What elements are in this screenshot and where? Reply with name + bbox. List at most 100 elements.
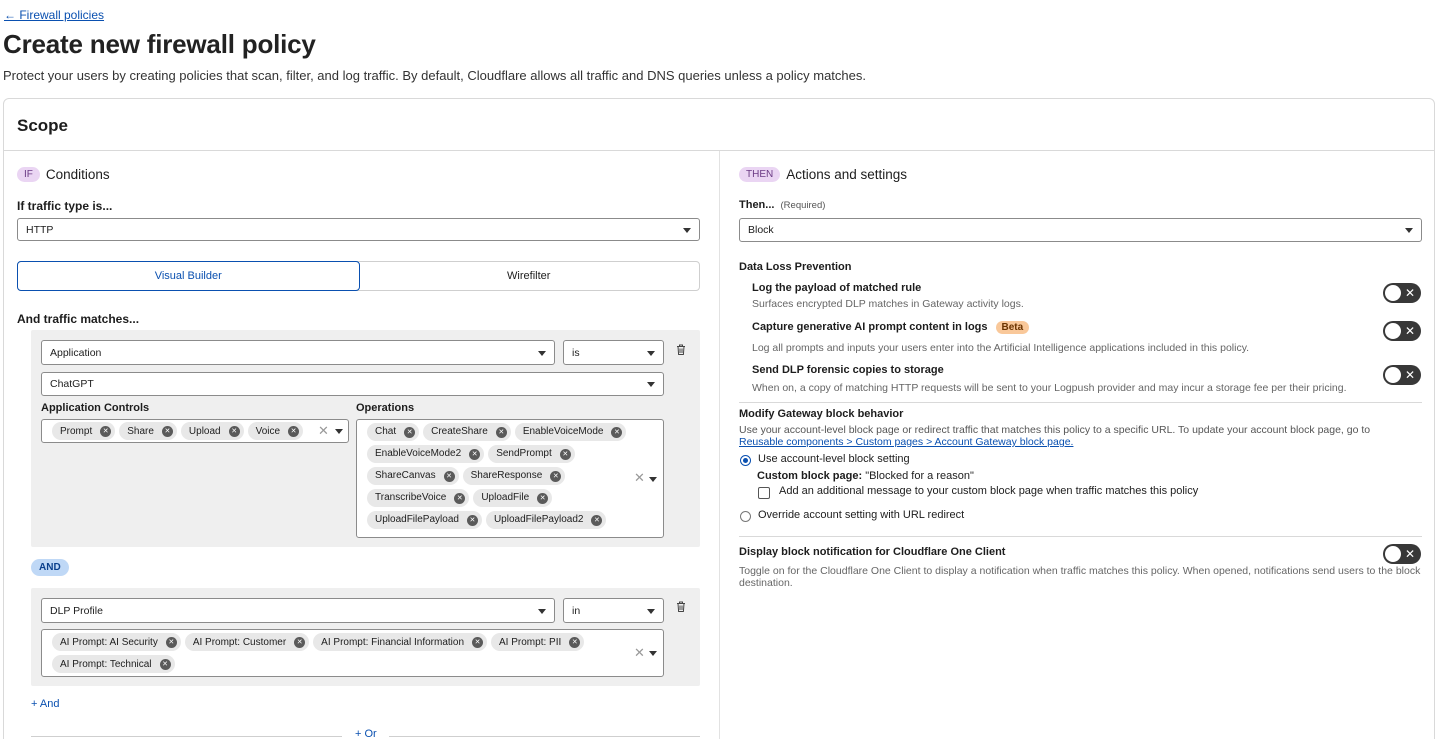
toggle-knob [1385, 546, 1401, 562]
custom-block-page-info: Custom block page: "Blocked for a reason… [757, 470, 974, 482]
remove-tag-icon[interactable]: ✕ [469, 448, 481, 460]
remove-tag-icon[interactable]: ✕ [591, 514, 603, 526]
clear-icon[interactable]: ✕ [318, 423, 329, 439]
remove-tag-icon[interactable]: ✕ [159, 658, 171, 670]
clear-icon[interactable]: ✕ [634, 470, 645, 486]
chevron-down-icon [538, 350, 546, 356]
close-icon: ✕ [1404, 286, 1415, 300]
dlp-profile-tag-label: AI Prompt: Financial Information [321, 636, 465, 648]
remove-tag-icon[interactable]: ✕ [569, 636, 581, 648]
operation-tag: EnableVoiceMode ✕ [514, 423, 627, 441]
remove-tag-icon[interactable]: ✕ [443, 470, 455, 482]
forensic-copies-toggle[interactable]: ✕ [1383, 365, 1421, 385]
remove-tag-icon[interactable]: ✕ [288, 425, 300, 437]
log-payload-desc: Surfaces encrypted DLP matches in Gatewa… [752, 298, 1024, 310]
dlp-profile-tag: AI Prompt: AI Security ✕ [52, 633, 181, 651]
use-account-setting-label: Use account-level block setting [758, 453, 910, 465]
remove-tag-icon[interactable]: ✕ [559, 448, 571, 460]
block-notification-toggle[interactable]: ✕ [1383, 544, 1421, 564]
trash-icon[interactable] [676, 344, 686, 355]
forensic-copies-desc: When on, a copy of matching HTTP request… [752, 382, 1347, 394]
remove-tag-icon[interactable]: ✕ [404, 426, 416, 438]
required-hint: (Required) [780, 200, 826, 211]
column-divider [719, 151, 720, 739]
remove-tag-icon[interactable]: ✕ [472, 636, 484, 648]
app-control-tag-label: Upload [188, 425, 221, 437]
remove-tag-icon[interactable]: ✕ [454, 492, 466, 504]
operator-select-1[interactable]: is [563, 340, 664, 365]
remove-tag-icon[interactable]: ✕ [495, 426, 507, 438]
tab-wirefilter[interactable]: Wirefilter [359, 262, 700, 290]
add-message-checkbox[interactable] [758, 487, 770, 499]
app-controls-select[interactable]: Prompt ✕ Share ✕ Upload ✕ Voice ✕ ✕ [41, 419, 349, 443]
scope-title: Scope [4, 99, 1434, 151]
forensic-copies-title: Send DLP forensic copies to storage [752, 364, 944, 376]
toggle-knob [1385, 323, 1401, 339]
remove-tag-icon[interactable]: ✕ [550, 470, 562, 482]
add-and-condition-link[interactable]: + And [31, 698, 59, 710]
app-controls-label: Application Controls [41, 402, 150, 414]
block-notification-desc: Toggle on for the Cloudflare One Client … [739, 565, 1421, 589]
scope-card: Scope IF Conditions If traffic type is...… [3, 98, 1435, 739]
modify-block-heading: Modify Gateway block behavior [739, 408, 904, 420]
if-badge: IF [17, 166, 40, 182]
override-url-redirect-radio[interactable] [740, 511, 751, 522]
app-control-tag: Upload ✕ [180, 422, 244, 440]
capture-ai-desc: Log all prompts and inputs your users en… [752, 342, 1250, 354]
log-payload-toggle[interactable]: ✕ [1383, 283, 1421, 303]
custom-block-page-label: Custom block page: [757, 470, 863, 482]
operator-value-1: is [572, 346, 580, 359]
add-or-condition-link[interactable]: + Or [355, 728, 377, 739]
remove-tag-icon[interactable]: ✕ [161, 425, 173, 437]
and-badge: AND [31, 559, 69, 576]
chevron-down-icon [647, 350, 655, 356]
selector-value-2: DLP Profile [50, 604, 103, 617]
actions-title: Actions and settings [786, 166, 908, 182]
dlp-profile-tag: AI Prompt: Financial Information ✕ [313, 633, 488, 651]
trash-icon[interactable] [676, 601, 686, 612]
remove-tag-icon[interactable]: ✕ [100, 425, 112, 437]
chevron-down-icon [647, 608, 655, 614]
actions-header: THEN Actions and settings [739, 166, 907, 182]
toggle-knob [1385, 285, 1401, 301]
operations-tags: Chat ✕ CreateShare ✕ EnableVoiceMode ✕ EnableV… [365, 421, 633, 531]
selector-select-2[interactable]: DLP Profile [41, 598, 555, 623]
dlp-profile-tags: AI Prompt: AI Security ✕ AI Prompt: Custom… [50, 631, 623, 675]
remove-tag-icon[interactable]: ✕ [294, 636, 306, 648]
dlp-profile-tag-label: AI Prompt: PII [499, 636, 562, 648]
chevron-down-icon[interactable] [649, 477, 657, 482]
remove-tag-icon[interactable]: ✕ [165, 636, 177, 648]
traffic-matches-label: And traffic matches... [17, 312, 140, 326]
remove-tag-icon[interactable]: ✕ [611, 426, 623, 438]
clear-icon[interactable]: ✕ [634, 645, 645, 661]
dlp-profile-tag: AI Prompt: PII ✕ [491, 633, 585, 651]
value-select-1[interactable]: ChatGPT [41, 372, 664, 396]
operation-tag: ShareCanvas ✕ [367, 467, 459, 485]
capture-ai-toggle[interactable]: ✕ [1383, 321, 1421, 341]
operations-select[interactable]: Chat ✕ CreateShare ✕ EnableVoiceMode ✕ EnableV… [356, 419, 664, 538]
chevron-down-icon[interactable] [649, 651, 657, 656]
custom-block-page-value: "Blocked for a reason" [865, 470, 974, 482]
operation-tag: UploadFilePayload ✕ [367, 511, 482, 529]
remove-tag-icon[interactable]: ✕ [466, 514, 478, 526]
capture-ai-title: Capture generative AI prompt content in … [752, 321, 1030, 334]
use-account-setting-radio[interactable] [740, 455, 751, 466]
remove-tag-icon[interactable]: ✕ [537, 492, 549, 504]
dlp-profile-tag-label: AI Prompt: AI Security [60, 636, 158, 648]
action-select[interactable]: Block [739, 218, 1422, 242]
operations-label: Operations [356, 402, 415, 414]
traffic-type-value: HTTP [26, 223, 54, 236]
override-url-redirect-label: Override account setting with URL redire… [758, 509, 965, 521]
account-block-page-link[interactable]: Reusable components > Custom pages > Acc… [739, 436, 1073, 448]
remove-tag-icon[interactable]: ✕ [228, 425, 240, 437]
builder-toggle: Visual Builder Wirefilter [17, 261, 700, 291]
chevron-down-icon[interactable] [335, 429, 343, 434]
dlp-profile-values-select[interactable]: AI Prompt: AI Security ✕ AI Prompt: Custom… [41, 629, 664, 677]
traffic-type-select[interactable]: HTTP [17, 218, 700, 241]
selector-select-1[interactable]: Application [41, 340, 555, 365]
operation-tag: UploadFilePayload2 ✕ [485, 511, 607, 529]
tab-visual-builder[interactable]: Visual Builder [17, 261, 360, 291]
operation-tag: EnableVoiceMode2 ✕ [367, 445, 485, 463]
operator-select-2[interactable]: in [563, 598, 664, 623]
back-to-firewall-policies-link[interactable]: ← Firewall policies [4, 8, 104, 22]
